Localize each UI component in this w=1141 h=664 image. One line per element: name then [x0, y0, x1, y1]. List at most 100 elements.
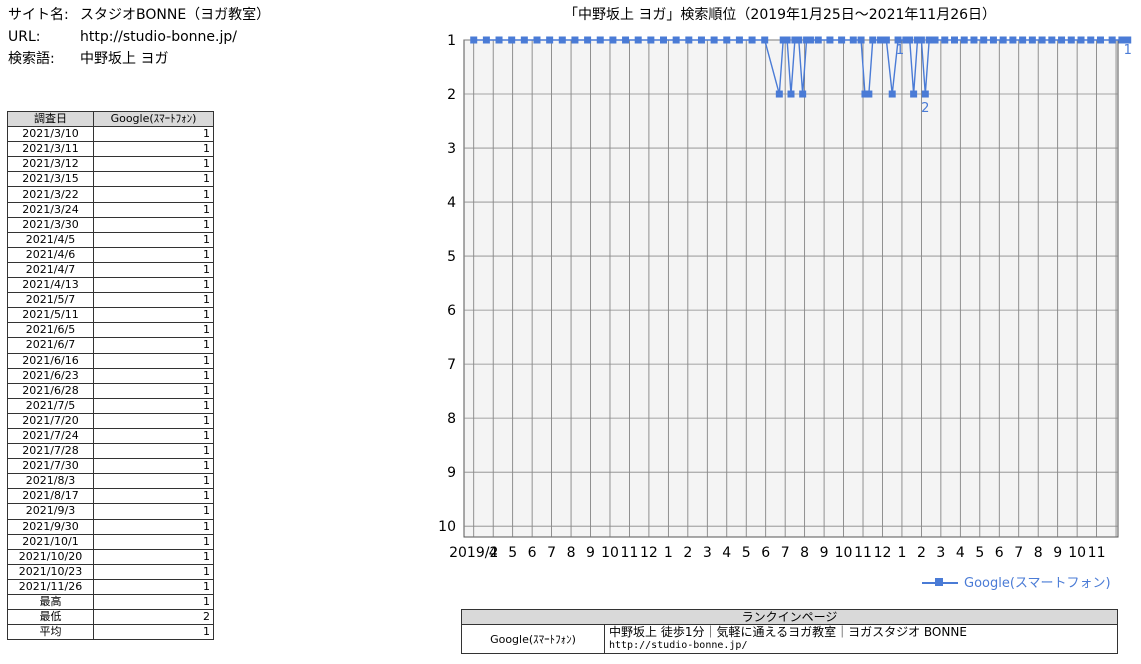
summary-value: 1 — [93, 624, 214, 641]
data-point — [495, 36, 503, 44]
x-tick-label: 5 — [742, 545, 751, 561]
landing-page-title[interactable]: 中野坂上 徒歩1分｜気軽に通えるヨガ教室｜ヨガスタジオ BONNE — [609, 625, 1113, 639]
data-point — [787, 90, 795, 98]
data-point — [799, 90, 807, 98]
plot-area — [463, 39, 1119, 538]
x-tick-label: 8 — [800, 545, 809, 561]
landing-page-cell: 中野坂上 徒歩1分｜気軽に通えるヨガ教室｜ヨガスタジオ BONNE http:/… — [604, 624, 1118, 654]
data-point — [857, 36, 865, 44]
data-point — [1067, 36, 1075, 44]
data-point — [970, 36, 978, 44]
summary-label: 最低 — [7, 609, 94, 626]
data-point — [980, 36, 988, 44]
x-tick-label: 12 — [640, 545, 658, 561]
data-point — [999, 36, 1007, 44]
data-point — [697, 36, 705, 44]
data-point — [775, 90, 783, 98]
x-tick-label: 2 — [917, 545, 926, 561]
rank-line-chart: 123456789102019/24 5 6 7 8 9 10 11 12 1 2 3 4 5 6 7 8 9 10… — [438, 33, 1132, 561]
data-point — [634, 36, 642, 44]
y-tick-label: 4 — [447, 195, 456, 211]
x-tick-label: 7 — [547, 545, 556, 561]
data-point — [838, 36, 846, 44]
legend-label: Google(スマートフォン) — [964, 576, 1111, 591]
summary-row: 平均 1 — [7, 624, 214, 641]
landing-engine: Google(ｽﾏｰﾄﾌｫﾝ) — [461, 624, 605, 654]
data-point — [1028, 36, 1036, 44]
data-point — [783, 36, 791, 44]
x-tick-label: 1 — [664, 545, 673, 561]
landing-row: Google(ｽﾏｰﾄﾌｫﾝ) 中野坂上 徒歩1分｜気軽に通えるヨガ教室｜ヨガス… — [461, 624, 1118, 654]
x-tick-label: 11 — [854, 545, 872, 561]
data-point — [1048, 36, 1056, 44]
y-tick-label: 10 — [438, 519, 456, 535]
data-point — [508, 36, 516, 44]
data-point — [882, 36, 890, 44]
x-tick-label: 1 — [897, 545, 906, 561]
x-tick-label: 6 — [995, 545, 1004, 561]
data-point — [685, 36, 693, 44]
data-point — [931, 36, 939, 44]
y-tick-label: 5 — [447, 249, 456, 265]
data-point — [1096, 36, 1104, 44]
data-point — [795, 36, 803, 44]
x-tick-label: 4 — [722, 545, 731, 561]
x-tick-label: 5 — [975, 545, 984, 561]
x-tick-label: 8 — [567, 545, 576, 561]
data-point — [960, 36, 968, 44]
data-label: 1 — [896, 43, 904, 58]
data-point — [865, 90, 873, 98]
data-point — [533, 36, 541, 44]
y-tick-label: 6 — [447, 303, 456, 319]
data-point — [1087, 36, 1095, 44]
summary-value: 2 — [93, 609, 214, 626]
landing-page-table: ランクインページ Google(ｽﾏｰﾄﾌｫﾝ) 中野坂上 徒歩1分｜気軽に通え… — [461, 609, 1118, 654]
x-tick-label: 7 — [781, 545, 790, 561]
data-point — [672, 36, 680, 44]
x-tick-label: 12 — [874, 545, 892, 561]
data-point — [735, 36, 743, 44]
data-point — [622, 36, 630, 44]
data-label: 1 — [1124, 43, 1132, 58]
x-tick-label: 10 — [1068, 545, 1086, 561]
landing-header-row: ランクインページ — [461, 609, 1118, 625]
x-tick-label: 6 — [761, 545, 770, 561]
chart-legend: Google(スマートフォン) — [922, 572, 1111, 591]
data-point — [849, 36, 857, 44]
y-tick-label: 7 — [447, 357, 456, 373]
landing-header: ランクインページ — [461, 609, 1118, 625]
data-point — [761, 36, 769, 44]
y-tick-label: 8 — [447, 411, 456, 427]
x-tick-label: 5 — [508, 545, 517, 561]
data-point — [1038, 36, 1046, 44]
x-tick-label: 10 — [835, 545, 853, 561]
data-point — [869, 36, 877, 44]
data-point — [596, 36, 604, 44]
data-point — [1058, 36, 1066, 44]
y-tick-label: 9 — [447, 465, 456, 481]
data-point — [723, 36, 731, 44]
data-point — [520, 36, 528, 44]
y-tick-label: 3 — [447, 141, 456, 157]
x-tick-label: 3 — [936, 545, 945, 561]
data-point — [571, 36, 579, 44]
data-point — [482, 36, 490, 44]
data-point — [814, 36, 822, 44]
data-point — [584, 36, 592, 44]
landing-page-url[interactable]: http://studio-bonne.jp/ — [609, 639, 1113, 653]
data-point — [748, 36, 756, 44]
data-point — [826, 36, 834, 44]
x-tick-label: 10 — [601, 545, 619, 561]
x-tick-label: 4 — [956, 545, 965, 561]
x-tick-label: 11 — [1088, 545, 1106, 561]
data-point — [546, 36, 554, 44]
data-point — [910, 90, 918, 98]
data-point — [660, 36, 668, 44]
x-tick-label: 7 — [1014, 545, 1023, 561]
data-point — [941, 36, 949, 44]
x-tick-label: 6 — [528, 545, 537, 561]
data-point — [1108, 36, 1116, 44]
summary-row: 最低 2 — [7, 609, 214, 626]
x-tick-label: 8 — [1034, 545, 1043, 561]
data-point — [558, 36, 566, 44]
